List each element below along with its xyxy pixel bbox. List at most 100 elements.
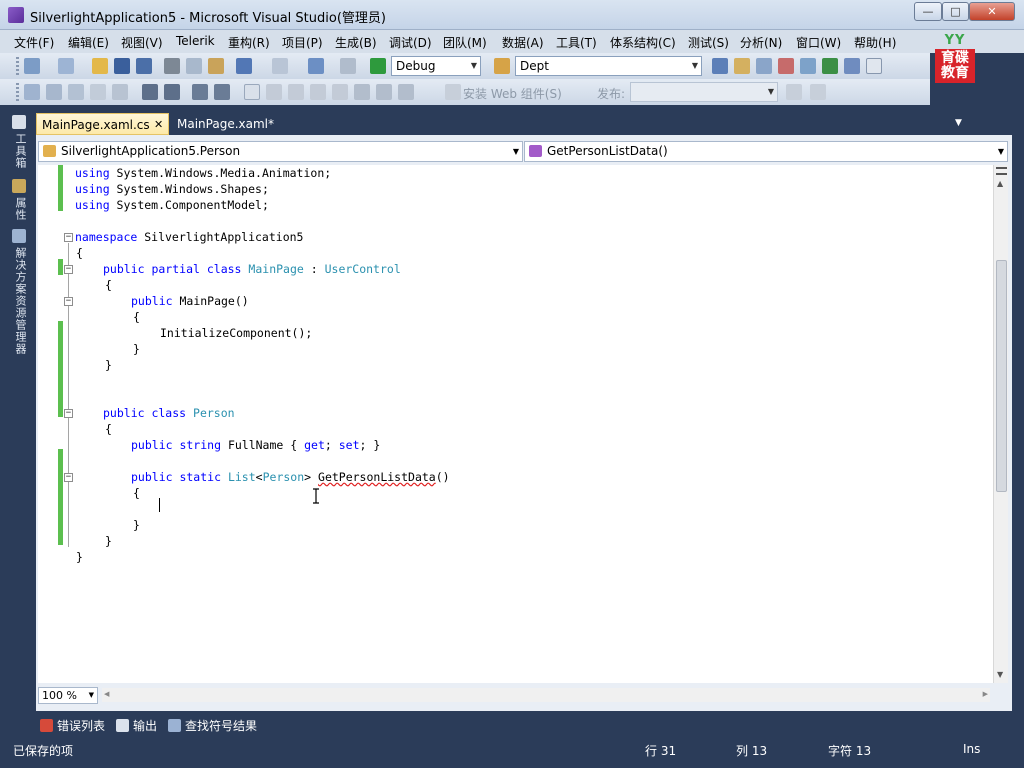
increase-indent-icon[interactable] bbox=[164, 84, 180, 100]
menu-test[interactable]: 测试(S) bbox=[688, 34, 729, 51]
properties-icon[interactable] bbox=[734, 58, 750, 74]
next-bookmark-in-folder-icon[interactable] bbox=[332, 84, 348, 100]
toolbox-icon[interactable] bbox=[12, 115, 26, 129]
menu-edit[interactable]: 编辑(E) bbox=[68, 34, 109, 51]
menu-refactor[interactable]: 重构(R) bbox=[228, 34, 270, 51]
menu-file[interactable]: 文件(F) bbox=[14, 34, 54, 51]
solution-config-combo[interactable]: Debug ▼ bbox=[391, 56, 481, 76]
members-combo[interactable]: GetPersonListData() ▼ bbox=[524, 141, 1008, 162]
solution-explorer-icon[interactable] bbox=[712, 58, 728, 74]
previous-bookmark-in-folder-icon[interactable] bbox=[310, 84, 326, 100]
menu-analyze[interactable]: 分析(N) bbox=[740, 34, 782, 51]
uncomment-icon[interactable] bbox=[214, 84, 230, 100]
paste-icon[interactable] bbox=[208, 58, 224, 74]
scroll-left-icon[interactable]: ◀ bbox=[104, 690, 109, 698]
quick-info-icon[interactable] bbox=[68, 84, 84, 100]
maximize-button[interactable]: □ bbox=[942, 2, 969, 21]
object-browser-icon[interactable] bbox=[756, 58, 772, 74]
toggle-bookmark-icon[interactable] bbox=[244, 84, 260, 100]
scroll-thumb[interactable] bbox=[996, 260, 1007, 492]
new-project-icon[interactable] bbox=[24, 58, 40, 74]
navigate-backward-icon[interactable] bbox=[308, 58, 324, 74]
menu-project[interactable]: 项目(P) bbox=[282, 34, 323, 51]
code-line: } bbox=[38, 357, 993, 373]
menu-build[interactable]: 生成(B) bbox=[335, 34, 377, 51]
code-line: public MainPage() bbox=[38, 293, 993, 309]
tab-find-symbol-results[interactable]: 查找符号结果 bbox=[168, 717, 257, 734]
code-text: ; } bbox=[359, 438, 381, 452]
publish-combo[interactable]: ▼ bbox=[630, 82, 778, 102]
previous-bookmark-in-document-icon[interactable] bbox=[354, 84, 370, 100]
vertical-scrollbar[interactable]: ▲ ▼ bbox=[993, 165, 1008, 683]
menu-window[interactable]: 窗口(W) bbox=[796, 34, 841, 51]
code-text: { bbox=[76, 246, 83, 260]
scroll-up-icon[interactable]: ▲ bbox=[997, 179, 1003, 188]
splitter-handle-icon[interactable] bbox=[996, 167, 1007, 175]
save-all-icon[interactable] bbox=[136, 58, 152, 74]
tab-output[interactable]: 输出 bbox=[116, 717, 157, 734]
menu-data[interactable]: 数据(A) bbox=[502, 34, 544, 51]
code-line: public partial class MainPage : UserCont… bbox=[38, 261, 993, 277]
undo-icon[interactable] bbox=[236, 58, 252, 74]
scroll-right-icon[interactable]: ▶ bbox=[983, 690, 988, 698]
toolbar-grip[interactable] bbox=[16, 83, 19, 101]
cut-icon[interactable] bbox=[164, 58, 180, 74]
save-icon[interactable] bbox=[114, 58, 130, 74]
properties-icon[interactable] bbox=[12, 179, 26, 193]
redo-icon[interactable] bbox=[272, 58, 288, 74]
open-file-icon[interactable] bbox=[92, 58, 108, 74]
navigate-forward-icon[interactable] bbox=[340, 58, 356, 74]
menu-view[interactable]: 视图(V) bbox=[121, 34, 163, 51]
menu-team[interactable]: 团队(M) bbox=[443, 34, 487, 51]
tab-mainpage-xaml-cs[interactable]: MainPage.xaml.cs ✕ bbox=[36, 113, 169, 135]
start-debugging-icon[interactable] bbox=[370, 58, 386, 74]
command-window-icon[interactable] bbox=[866, 58, 882, 74]
side-tab-properties[interactable]: 属性 bbox=[10, 197, 28, 221]
toolbar-grip[interactable] bbox=[16, 57, 19, 75]
side-tab-solution-explorer[interactable]: 解决方案资源管理器 bbox=[10, 247, 28, 355]
menu-debug[interactable]: 调试(D) bbox=[389, 34, 432, 51]
next-bookmark-in-document-icon[interactable] bbox=[376, 84, 392, 100]
add-item-icon[interactable] bbox=[58, 58, 74, 74]
extension-manager-icon[interactable] bbox=[822, 58, 838, 74]
clear-bookmarks-icon[interactable] bbox=[398, 84, 414, 100]
zoom-combo[interactable]: 100 % ▼ bbox=[38, 687, 98, 704]
members-combo-value: GetPersonListData() bbox=[547, 144, 668, 158]
class-view-icon[interactable] bbox=[844, 58, 860, 74]
tab-mainpage-xaml[interactable]: MainPage.xaml* bbox=[172, 113, 302, 135]
word-completion-icon[interactable] bbox=[90, 84, 106, 100]
types-combo[interactable]: SilverlightApplication5.Person ▼ bbox=[38, 141, 523, 162]
next-bookmark-icon[interactable] bbox=[288, 84, 304, 100]
chevron-down-icon[interactable]: ▼ bbox=[955, 118, 962, 128]
parameter-info-icon[interactable] bbox=[46, 84, 62, 100]
tab-error-list[interactable]: 错误列表 bbox=[40, 717, 105, 734]
close-icon[interactable]: ✕ bbox=[154, 114, 163, 136]
close-button[interactable]: ✕ bbox=[969, 2, 1015, 21]
solution-explorer-icon[interactable] bbox=[12, 229, 26, 243]
previous-bookmark-icon[interactable] bbox=[266, 84, 282, 100]
code-line: { bbox=[38, 309, 993, 325]
code-text-area[interactable]: − − − − − using System.Windows.Media.Ani… bbox=[38, 165, 993, 683]
decrease-indent-icon[interactable] bbox=[142, 84, 158, 100]
copy-icon[interactable] bbox=[186, 58, 202, 74]
find-in-files-icon[interactable] bbox=[494, 58, 510, 74]
menu-tools[interactable]: 工具(T) bbox=[556, 34, 597, 51]
toolbox-icon[interactable] bbox=[778, 58, 794, 74]
menu-telerik[interactable]: Telerik bbox=[176, 34, 215, 48]
minimize-button[interactable]: — bbox=[914, 2, 942, 21]
scroll-down-icon[interactable]: ▼ bbox=[997, 670, 1003, 679]
menu-help[interactable]: 帮助(H) bbox=[854, 34, 896, 51]
code-line: { bbox=[38, 485, 993, 501]
comment-out-icon[interactable] bbox=[192, 84, 208, 100]
object-members-icon[interactable] bbox=[24, 84, 40, 100]
horizontal-scrollbar[interactable]: ◀ ▶ bbox=[102, 688, 990, 702]
document-outline-icon[interactable] bbox=[112, 84, 128, 100]
find-combo[interactable]: Dept ▼ bbox=[515, 56, 702, 76]
code-text: { bbox=[105, 278, 112, 292]
code-editor: SilverlightApplication5.Person ▼ GetPers… bbox=[36, 135, 1012, 711]
keyword: using bbox=[75, 166, 110, 180]
side-tab-toolbox[interactable]: 工具箱 bbox=[10, 133, 28, 169]
start-page-icon[interactable] bbox=[800, 58, 816, 74]
code-line: public class Person bbox=[38, 405, 993, 421]
menu-architecture[interactable]: 体系结构(C) bbox=[610, 34, 676, 51]
